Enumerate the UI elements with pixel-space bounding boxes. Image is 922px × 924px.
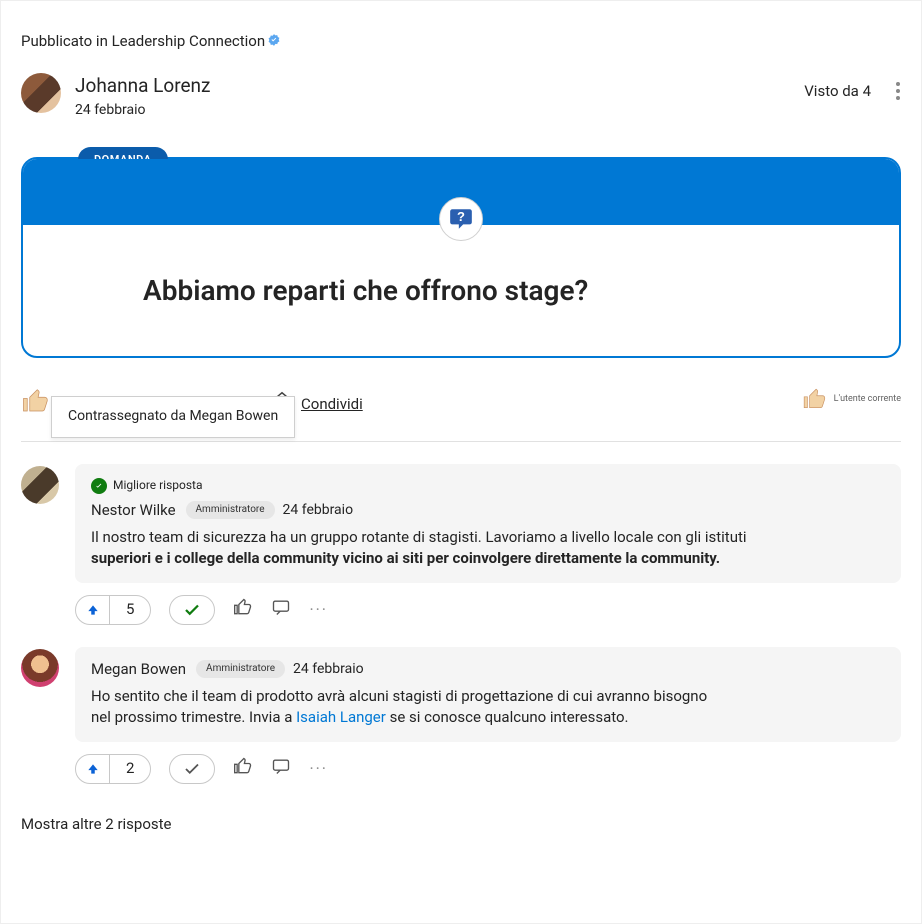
comment-date: 24 febbraio (283, 501, 354, 521)
comment-actions: 2 ··· (75, 754, 901, 784)
share-label: Condividi (301, 394, 363, 415)
like-comment-icon[interactable] (233, 756, 253, 783)
post-header: Johanna Lorenz 24 febbraio Visto da 4 (21, 73, 901, 121)
best-answer-label: Migliore risposta (113, 477, 203, 494)
comment-date: 24 febbraio (293, 660, 364, 680)
commenter-avatar[interactable] (21, 649, 59, 687)
user-mention[interactable]: Isaiah Langer (296, 708, 386, 726)
question-card: DOMANDA ? Abbiamo reparti che offrono st… (21, 157, 901, 358)
comment-body-text: se si conosce qualcuno interessato. (390, 708, 629, 726)
post-more-menu[interactable] (895, 81, 901, 108)
comment-bubble: Migliore risposta Nestor Wilke Amministr… (75, 464, 901, 583)
check-circle-icon (91, 478, 107, 494)
posted-in-line: Pubblicato in Leadership Connection (21, 31, 901, 53)
comment-byline: Nestor Wilke Amministratore 24 febbraio (91, 500, 885, 521)
current-user-label: L'utente corrente (834, 393, 901, 406)
comment-more-icon[interactable]: ··· (309, 599, 328, 621)
author-avatar[interactable] (21, 73, 61, 113)
community-link[interactable]: Leadership Connection (112, 32, 266, 50)
post-date: 24 febbraio (75, 101, 210, 121)
like-comment-icon[interactable] (233, 597, 253, 624)
comment-body-line: superiori e i college della community vi… (91, 548, 885, 569)
comment-body-text: nel prossimo trimestre. Invia a (91, 708, 296, 726)
svg-text:?: ? (457, 209, 465, 224)
mark-best-button[interactable] (169, 595, 215, 625)
upvote-arrow-icon[interactable] (76, 755, 110, 783)
author-block: Johanna Lorenz 24 febbraio (75, 73, 210, 121)
like-icon[interactable] (21, 386, 51, 423)
commenter-name[interactable]: Nestor Wilke (91, 500, 176, 521)
verified-icon (267, 32, 281, 53)
question-banner: ? (23, 159, 899, 225)
role-chip: Amministratore (186, 501, 275, 519)
commenter-name[interactable]: Megan Bowen (91, 659, 186, 680)
upvote-arrow-icon[interactable] (76, 596, 110, 624)
upvote-control[interactable]: 2 (75, 754, 151, 784)
comment-more-icon[interactable]: ··· (309, 758, 328, 780)
comment-body-line: Il nostro team di sicurezza ha un gruppo… (91, 527, 885, 548)
upvote-control[interactable]: 5 (75, 595, 151, 625)
comment: Migliore risposta Nestor Wilke Amministr… (21, 464, 901, 583)
upvote-count: 5 (110, 599, 150, 620)
reply-icon[interactable] (271, 756, 291, 783)
reply-icon[interactable] (271, 597, 291, 624)
seen-by-count[interactable]: Visto da 4 (804, 81, 871, 102)
commenter-avatar[interactable] (21, 466, 59, 504)
mark-best-button[interactable] (169, 754, 215, 784)
comment-bubble: Megan Bowen Amministratore 24 febbraio H… (75, 647, 901, 742)
best-answer-badge: Migliore risposta (91, 477, 203, 494)
role-chip: Amministratore (196, 660, 285, 678)
post-actions: Contrassegnato da Megan Bowen Condividi … (21, 386, 901, 442)
marked-by-tooltip: Contrassegnato da Megan Bowen (51, 396, 295, 438)
comment-actions: 5 ··· (75, 595, 901, 625)
comment-body-line: nel prossimo trimestre. Invia a Isaiah L… (91, 707, 885, 728)
question-icon: ? (439, 197, 483, 241)
current-user-reaction[interactable]: L'utente corrente (802, 386, 901, 412)
comment-body-line: Ho sentito che il team di prodotto avrà … (91, 686, 885, 707)
comment-byline: Megan Bowen Amministratore 24 febbraio (91, 659, 885, 680)
comment: Megan Bowen Amministratore 24 febbraio H… (21, 647, 901, 742)
question-text: Abbiamo reparti che offrono stage? (23, 225, 899, 356)
author-name[interactable]: Johanna Lorenz (75, 73, 210, 100)
show-more-replies[interactable]: Mostra altre 2 risposte (21, 814, 901, 835)
posted-in-prefix: Pubblicato in (21, 32, 112, 50)
upvote-count: 2 (110, 758, 150, 779)
